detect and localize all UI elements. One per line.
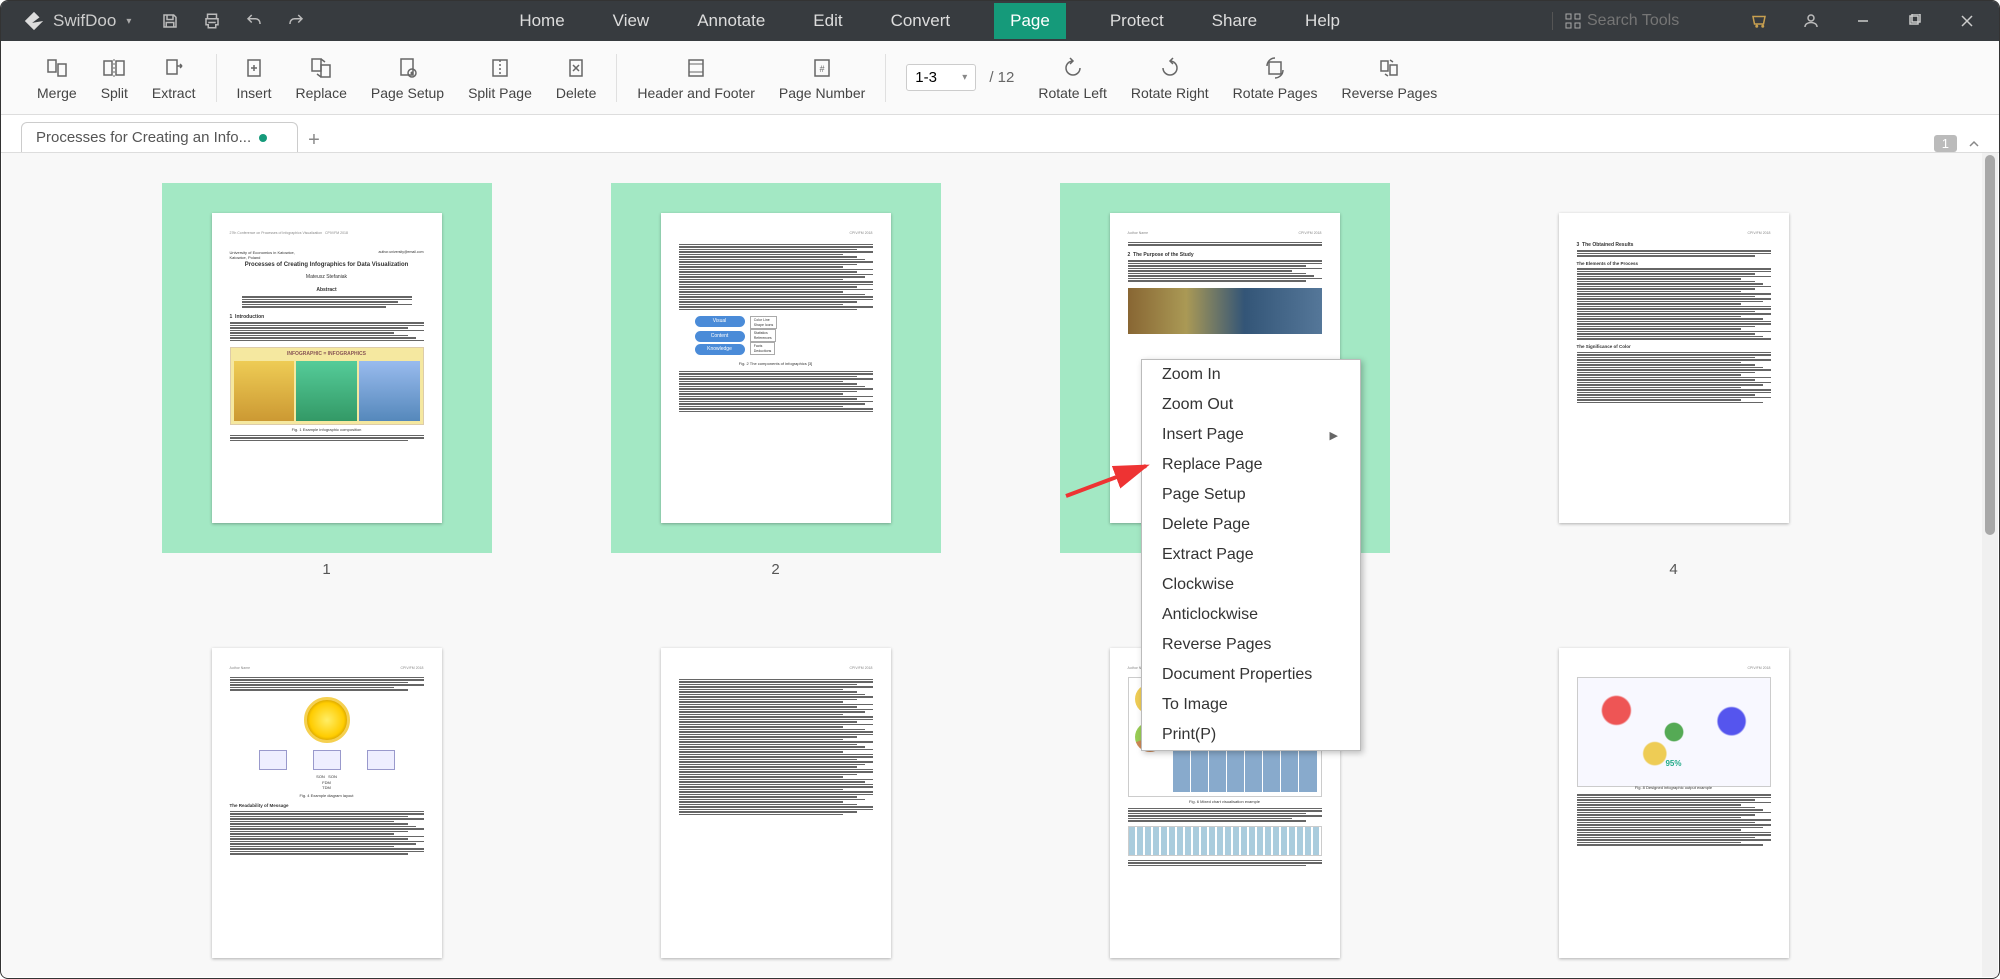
svg-text:#: # <box>820 64 825 74</box>
page-thumbnail-1[interactable]: 27th Conference on Processes of Infograp… <box>162 183 492 553</box>
ribbon-extract[interactable]: Extract <box>140 55 208 101</box>
menu-view[interactable]: View <box>609 3 654 39</box>
ctx-print[interactable]: Print(P) <box>1142 720 1360 750</box>
ribbon-reverse-pages[interactable]: Reverse Pages <box>1330 55 1450 101</box>
menu-annotate[interactable]: Annotate <box>693 3 769 39</box>
ribbon-rotate-pages[interactable]: Rotate Pages <box>1221 55 1330 101</box>
redo-icon[interactable] <box>285 10 307 32</box>
page-number-2: 2 <box>771 561 779 578</box>
menu-edit[interactable]: Edit <box>809 3 846 39</box>
ctx-reverse-pages[interactable]: Reverse Pages <box>1142 630 1360 660</box>
thumbnail-area: 27th Conference on Processes of Infograp… <box>2 153 1998 977</box>
brand-name: SwifDoo <box>53 11 116 31</box>
collapse-ribbon-icon[interactable] <box>1967 137 1981 151</box>
page-thumbnail-2[interactable]: CPIV/FM 2018 Visual Color LineShape Icon… <box>611 183 941 553</box>
ribbon-header-footer[interactable]: Header and Footer <box>625 55 767 101</box>
titlebar: SwifDoo ▾ Home View Annotate Edit Conver… <box>1 1 1999 41</box>
page-thumbnail-5[interactable]: Author NameCPIV/FM 2018 SON SONFDMTDM Fi… <box>162 618 492 977</box>
page-number-1: 1 <box>322 561 330 578</box>
ctx-zoom-in[interactable]: Zoom In <box>1142 360 1360 390</box>
menu-share[interactable]: Share <box>1208 3 1261 39</box>
context-menu: Zoom In Zoom Out Insert Page▶ Replace Pa… <box>1141 359 1361 751</box>
undo-icon[interactable] <box>243 10 265 32</box>
user-icon[interactable] <box>1791 1 1831 41</box>
ctx-clockwise[interactable]: Clockwise <box>1142 570 1360 600</box>
scrollbar-handle[interactable] <box>1985 155 1995 535</box>
menu-convert[interactable]: Convert <box>887 3 955 39</box>
page-thumbnail-8[interactable]: CPIV/FM 2018 95% Fig. 8 Designed infogra… <box>1509 618 1839 977</box>
ctx-delete-page[interactable]: Delete Page <box>1142 510 1360 540</box>
ctx-to-image[interactable]: To Image <box>1142 690 1360 720</box>
file-tab[interactable]: Processes for Creating an Info... <box>21 122 298 152</box>
menu-protect[interactable]: Protect <box>1106 3 1168 39</box>
ctx-page-setup[interactable]: Page Setup <box>1142 480 1360 510</box>
ctx-anticlockwise[interactable]: Anticlockwise <box>1142 600 1360 630</box>
page-count-badge: 1 <box>1934 135 1957 152</box>
add-tab-button[interactable]: + <box>308 129 320 152</box>
menu-home[interactable]: Home <box>515 3 568 39</box>
minimize-icon[interactable] <box>1843 1 1883 41</box>
menu-help[interactable]: Help <box>1301 3 1344 39</box>
brand-dropdown-icon[interactable]: ▾ <box>126 16 131 27</box>
ctx-extract-page[interactable]: Extract Page <box>1142 540 1360 570</box>
dirty-indicator-icon <box>259 134 267 142</box>
ctx-replace-page[interactable]: Replace Page <box>1142 450 1360 480</box>
ribbon-delete[interactable]: Delete <box>544 55 608 101</box>
ribbon-split-page[interactable]: Split Page <box>456 55 544 101</box>
dropdown-caret-icon[interactable]: ▾ <box>962 72 967 83</box>
total-pages: / 12 <box>989 69 1014 86</box>
page-thumbnail-6[interactable]: CPIV/FM 2018 <box>611 618 941 977</box>
annotation-arrow-icon <box>1061 456 1161 506</box>
ribbon-replace[interactable]: Replace <box>284 55 359 101</box>
ribbon-rotate-left[interactable]: Rotate Left <box>1026 55 1119 101</box>
ribbon-merge[interactable]: Merge <box>25 55 89 101</box>
close-icon[interactable] <box>1947 1 1987 41</box>
ribbon-insert[interactable]: Insert <box>225 55 284 101</box>
ctx-doc-properties[interactable]: Document Properties <box>1142 660 1360 690</box>
ctx-insert-page[interactable]: Insert Page▶ <box>1142 420 1360 450</box>
search-grid-icon[interactable] <box>1565 13 1581 29</box>
ribbon-split[interactable]: Split <box>89 55 140 101</box>
search-input[interactable] <box>1587 12 1727 30</box>
ribbon-page-number[interactable]: #Page Number <box>767 55 877 101</box>
ribbon: Merge Split Extract Insert Replace Page … <box>1 41 1999 115</box>
menu-page[interactable]: Page <box>994 3 1066 39</box>
maximize-icon[interactable] <box>1895 1 1935 41</box>
cart-icon[interactable] <box>1739 1 1779 41</box>
page-thumbnail-4[interactable]: CPIV/FM 2018 3 The Obtained Results The … <box>1509 183 1839 553</box>
page-number-4: 4 <box>1669 561 1677 578</box>
ribbon-rotate-right[interactable]: Rotate Right <box>1119 55 1221 101</box>
submenu-arrow-icon: ▶ <box>1330 429 1338 442</box>
search-area <box>1552 12 1727 30</box>
brand-icon <box>23 10 45 32</box>
print-icon[interactable] <box>201 10 223 32</box>
main-menu: Home View Annotate Edit Convert Page Pro… <box>307 3 1552 39</box>
scrollbar[interactable] <box>1982 153 1998 977</box>
ctx-zoom-out[interactable]: Zoom Out <box>1142 390 1360 420</box>
ribbon-page-setup[interactable]: Page Setup <box>359 55 456 101</box>
file-tab-label: Processes for Creating an Info... <box>36 129 251 146</box>
tabbar: Processes for Creating an Info... + 1 <box>1 115 1999 153</box>
save-icon[interactable] <box>159 10 181 32</box>
